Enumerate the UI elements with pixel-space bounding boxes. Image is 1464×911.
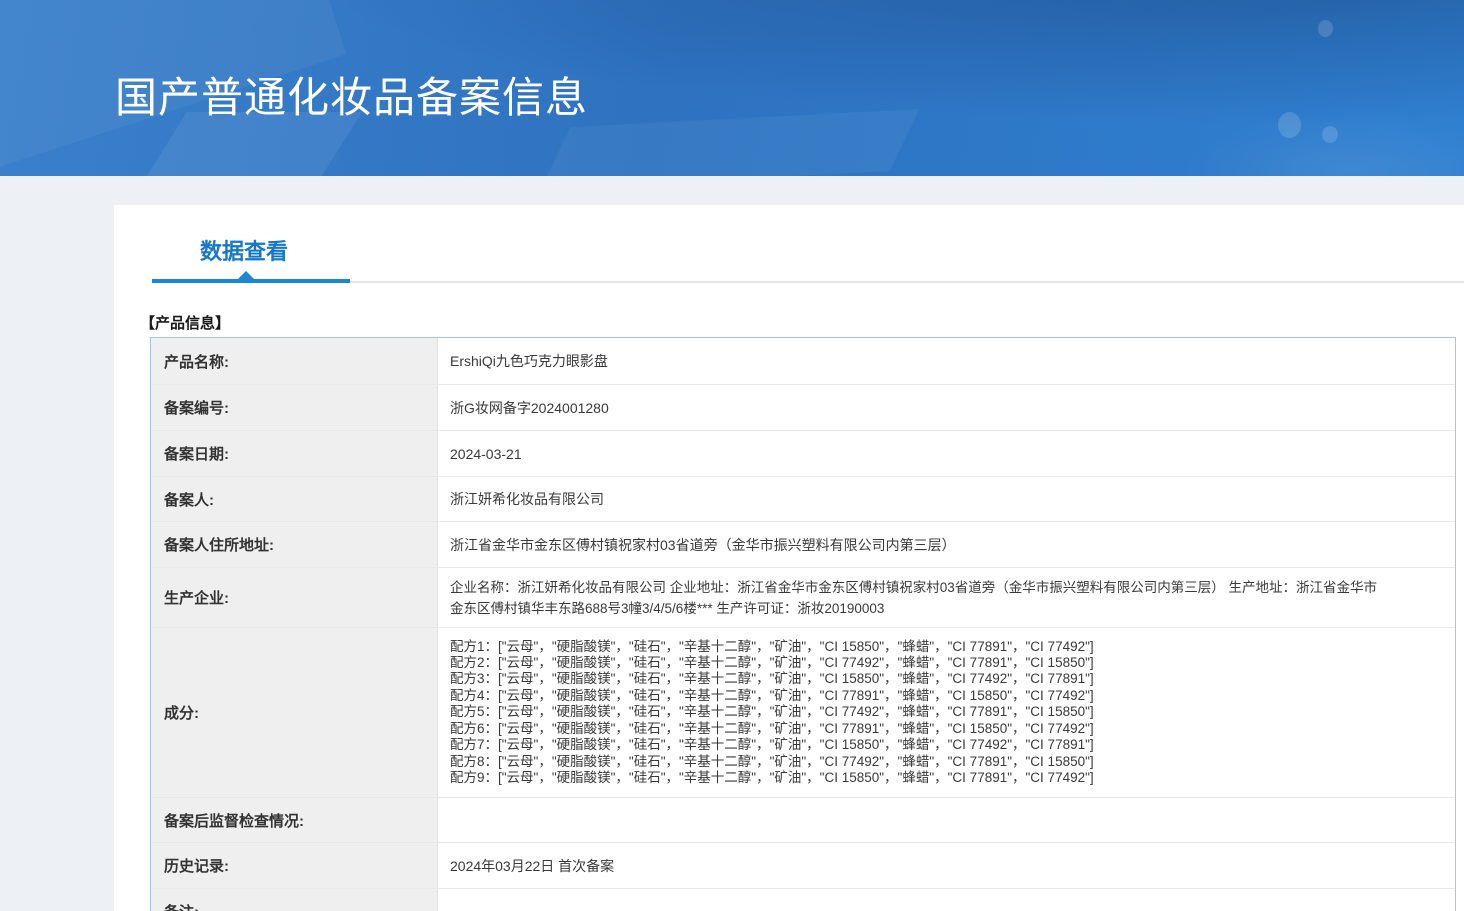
field-label: 备案人住所地址: [151, 522, 438, 567]
formula-line-4: 配方4：["云母"，"硬脂酸镁"，"硅石"，"辛基十二醇"，"矿油"，"CI 7… [450, 688, 1395, 704]
field-label: 备案日期: [151, 431, 438, 476]
field-value [438, 889, 1455, 911]
formula-line-1: 配方1：["云母"，"硬脂酸镁"，"硅石"，"辛基十二醇"，"矿油"，"CI 1… [450, 639, 1395, 655]
row-ingredients: 成分: 配方1：["云母"，"硬脂酸镁"，"硅石"，"辛基十二醇"，"矿油"，"… [151, 627, 1455, 797]
tab-data-view[interactable]: 数据查看 [200, 234, 288, 266]
field-label: 备案编号: [151, 385, 438, 430]
field-value: 企业名称：浙江妍希化妆品有限公司 企业地址：浙江省金华市金东区傅村镇祝家村03省… [438, 568, 1455, 627]
field-label: 备案人: [151, 477, 438, 521]
field-value: 2024-03-21 [438, 431, 1455, 476]
tab-active-arrow-icon [238, 271, 254, 279]
page-title: 国产普通化妆品备案信息 [115, 64, 588, 125]
formula-line-5: 配方5：["云母"，"硬脂酸镁"，"硅石"，"辛基十二醇"，"矿油"，"CI 7… [450, 704, 1395, 720]
decorative-dot [1318, 20, 1333, 37]
tab-bar-divider [350, 281, 1464, 283]
field-label: 备注: [151, 889, 438, 911]
formula-line-9: 配方9：["云母"，"硬脂酸镁"，"硅石"，"辛基十二醇"，"矿油"，"CI 1… [450, 770, 1395, 786]
content-panel: 数据查看 【产品信息】 产品名称: ErshiQi九色巧克力眼影盘 备案编号: … [114, 205, 1464, 911]
row-registration-date: 备案日期: 2024-03-21 [151, 430, 1455, 476]
tab-active-underline [152, 279, 350, 283]
field-value [438, 798, 1455, 842]
field-label: 生产企业: [151, 568, 438, 627]
field-value: 配方1：["云母"，"硬脂酸镁"，"硅石"，"辛基十二醇"，"矿油"，"CI 1… [438, 628, 1455, 797]
field-label: 成分: [151, 628, 438, 797]
formula-line-8: 配方8：["云母"，"硬脂酸镁"，"硅石"，"辛基十二醇"，"矿油"，"CI 7… [450, 754, 1395, 770]
row-post-registration-inspection: 备案后监督检查情况: [151, 797, 1455, 842]
row-history: 历史记录: 2024年03月22日 首次备案 [151, 842, 1455, 888]
row-registrant-address: 备案人住所地址: 浙江省金华市金东区傅村镇祝家村03省道旁（金华市振兴塑料有限公… [151, 521, 1455, 567]
formula-line-2: 配方2：["云母"，"硬脂酸镁"，"硅石"，"辛基十二醇"，"矿油"，"CI 7… [450, 655, 1395, 671]
field-value: 浙江妍希化妆品有限公司 [438, 477, 1455, 521]
formula-line-7: 配方7：["云母"，"硬脂酸镁"，"硅石"，"辛基十二醇"，"矿油"，"CI 1… [450, 737, 1395, 753]
product-info-table: 产品名称: ErshiQi九色巧克力眼影盘 备案编号: 浙G妆网备字202400… [150, 337, 1456, 911]
row-registration-number: 备案编号: 浙G妆网备字2024001280 [151, 384, 1455, 430]
formula-line-6: 配方6：["云母"，"硬脂酸镁"，"硅石"，"辛基十二醇"，"矿油"，"CI 7… [450, 721, 1395, 737]
page-header-banner: 国产普通化妆品备案信息 [0, 0, 1464, 176]
field-value: 2024年03月22日 首次备案 [438, 843, 1455, 888]
field-label: 产品名称: [151, 338, 438, 384]
field-value: ErshiQi九色巧克力眼影盘 [438, 338, 1455, 384]
row-registrant: 备案人: 浙江妍希化妆品有限公司 [151, 476, 1455, 521]
row-remarks: 备注: [151, 888, 1455, 911]
field-label: 备案后监督检查情况: [151, 798, 438, 842]
field-label: 历史记录: [151, 843, 438, 888]
field-value: 浙江省金华市金东区傅村镇祝家村03省道旁（金华市振兴塑料有限公司内第三层） [438, 522, 1455, 567]
decorative-glow [1180, 110, 1464, 176]
section-title-product-info: 【产品信息】 [140, 312, 230, 333]
row-manufacturer: 生产企业: 企业名称：浙江妍希化妆品有限公司 企业地址：浙江省金华市金东区傅村镇… [151, 567, 1455, 627]
row-product-name: 产品名称: ErshiQi九色巧克力眼影盘 [151, 338, 1455, 384]
formula-line-3: 配方3：["云母"，"硬脂酸镁"，"硅石"，"辛基十二醇"，"矿油"，"CI 1… [450, 671, 1395, 687]
field-value: 浙G妆网备字2024001280 [438, 385, 1455, 430]
decorative-parallelogram [541, 109, 920, 176]
